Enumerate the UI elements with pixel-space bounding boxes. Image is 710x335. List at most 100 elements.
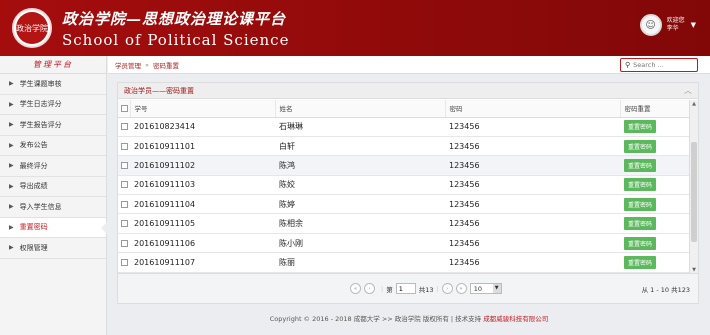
sidebar-item-label: 导出成绩 [19,182,48,191]
reset-password-button[interactable]: 重置密码 [624,217,657,231]
col-header-id[interactable]: 学号 [130,100,276,118]
panel-title: 政治学员——密码重置 [124,87,194,95]
avatar[interactable]: ☺ [639,14,662,36]
page-number-input[interactable] [395,283,416,294]
user-name: 李华 [666,25,679,32]
table-row[interactable]: 201610911102 陈鸿 123456 重置密码 [118,155,691,176]
chevron-right-icon: ▶ [9,80,14,88]
sidebar-item-label: 重置密码 [19,223,48,232]
reset-password-button[interactable]: 重置密码 [624,139,657,153]
chevron-down-icon[interactable]: ▼ [492,284,501,293]
university-logo: 政治学院 [12,8,52,48]
sidebar-item-announcement[interactable]: ▶ 发布公告 [0,136,106,156]
reset-password-button[interactable]: 重置密码 [624,158,657,172]
chevron-down-icon[interactable]: ▼ [691,21,696,29]
student-id: 201610911102 [130,155,275,176]
sidebar-item-label: 学生日志评分 [19,100,62,109]
chevron-right-icon: ▶ [9,100,14,108]
sidebar-item-label: 最终评分 [19,161,48,170]
student-name: 陈鸿 [275,155,445,176]
page-total: 共13 [418,285,434,294]
row-checkbox[interactable] [121,200,128,208]
prev-page-icon[interactable]: ‹ [364,283,375,294]
footer-company-link[interactable]: 成都威骏科技有限公司 [483,315,548,323]
student-name: 石琳琳 [275,117,445,137]
user-menu[interactable]: ☺ 欢迎您 李华 ▼ [639,14,696,36]
student-name: 陈小刚 [275,233,445,254]
page-size-select[interactable]: 10 ▼ [469,283,502,294]
sidebar-item-log-score[interactable]: ▶ 学生日志评分 [0,95,106,115]
reset-password-button[interactable]: 重置密码 [624,255,657,269]
row-checkbox[interactable] [121,239,128,247]
table-row[interactable]: 201610911105 陈相余 123456 重置密码 [118,213,691,234]
search-icon[interactable]: ⚲ [625,61,630,69]
page-size-value: 10 [473,284,482,293]
sidebar-title: 管理平台 [0,56,106,74]
student-password: 123456 [445,117,620,137]
sidebar-item-permissions[interactable]: ▶ 权限管理 [0,238,106,259]
row-checkbox[interactable] [121,123,128,131]
first-page-icon[interactable]: « [350,283,361,294]
table-row[interactable]: 201610823414 石琳琳 123456 重置密码 [118,117,691,137]
record-range: 从 1 - 10 共123 [641,286,690,294]
row-checkbox[interactable] [121,220,128,228]
collapse-icon[interactable]: ︿ [684,83,692,99]
row-checkbox[interactable] [121,161,128,169]
site-title-cn: 政治学院—思想政治理论课平台 [62,10,287,28]
chevron-right-icon: ▶ [9,182,14,190]
sidebar-item-topic-review[interactable]: ▶ 学生课题审核 [0,74,106,95]
search-box[interactable]: ⚲ [620,58,698,72]
select-all-checkbox[interactable] [121,104,128,112]
student-table: 学号 姓名 密码 密码重置 201610823414 石琳琳 123456 重置… [118,100,691,274]
row-checkbox[interactable] [121,258,128,266]
sidebar-item-label: 学生报告评分 [19,120,62,129]
reset-password-button[interactable]: 重置密码 [624,236,657,250]
scrollbar-thumb[interactable] [691,142,697,242]
chevron-right-icon: ▶ [9,162,14,170]
last-page-icon[interactable]: » [455,283,467,294]
table-row[interactable]: 201610911104 陈婷 123456 重置密码 [118,194,691,215]
table-row[interactable]: 201610911106 陈小刚 123456 重置密码 [118,233,691,254]
site-title-en: School of Political Science [62,31,290,49]
student-id: 201610911105 [130,213,275,234]
table-row[interactable]: 201610911101 白轩 123456 重置密码 [118,136,691,157]
breadcrumb-root[interactable]: 学员管理 [108,60,141,70]
sidebar-item-report-score[interactable]: ▶ 学生报告评分 [0,115,106,136]
student-id: 201610911103 [130,175,275,196]
student-password: 123456 [445,136,620,157]
student-name: 陈婷 [275,194,445,215]
student-name: 陈姣 [275,175,445,196]
row-checkbox[interactable] [121,181,128,189]
table-row[interactable]: 201610911103 陈姣 123456 重置密码 [118,175,691,196]
row-checkbox[interactable] [121,142,128,150]
reset-password-button[interactable]: 重置密码 [624,120,657,134]
chevron-right-icon: ▶ [9,203,14,211]
col-header-password[interactable]: 密码 [445,100,621,118]
chevron-right-icon: ▶ [9,223,14,231]
sidebar-item-export-grades[interactable]: ▶ 导出成绩 [0,177,106,197]
breadcrumb-separator: » [145,60,149,69]
next-page-icon[interactable]: › [441,283,453,294]
breadcrumb-current: 密码重置 [152,61,179,70]
student-name: 陈相余 [275,213,445,234]
col-header-reset[interactable]: 密码重置 [620,100,691,118]
reset-password-button[interactable]: 重置密码 [624,178,657,192]
breadcrumb: 学员管理 » 密码重置 ⚲ [108,56,710,74]
sidebar-item-final-score[interactable]: ▶ 最终评分 [0,156,106,177]
col-header-name[interactable]: 姓名 [275,100,446,118]
sidebar-item-label: 权限管理 [19,243,48,252]
sidebar-item-reset-password[interactable]: ▶ 重置密码 [0,217,107,238]
student-password: 123456 [445,194,620,215]
page-prefix: 第 [386,285,393,294]
logo-text: 政治学院 [16,12,48,44]
chevron-right-icon: ▶ [9,141,14,149]
table-scrollbar[interactable]: ▲ ▼ [689,100,698,274]
student-password: 123456 [445,252,620,273]
sidebar-item-import-students[interactable]: ▶ 导入学生信息 [0,197,106,218]
chevron-right-icon: ▶ [9,244,14,252]
search-input[interactable] [633,61,694,69]
student-password: 123456 [445,155,620,176]
reset-password-button[interactable]: 重置密码 [624,197,657,211]
scroll-up-icon[interactable]: ▲ [690,100,698,108]
table-row[interactable]: 201610911107 陈丽 123456 重置密码 [118,252,691,273]
